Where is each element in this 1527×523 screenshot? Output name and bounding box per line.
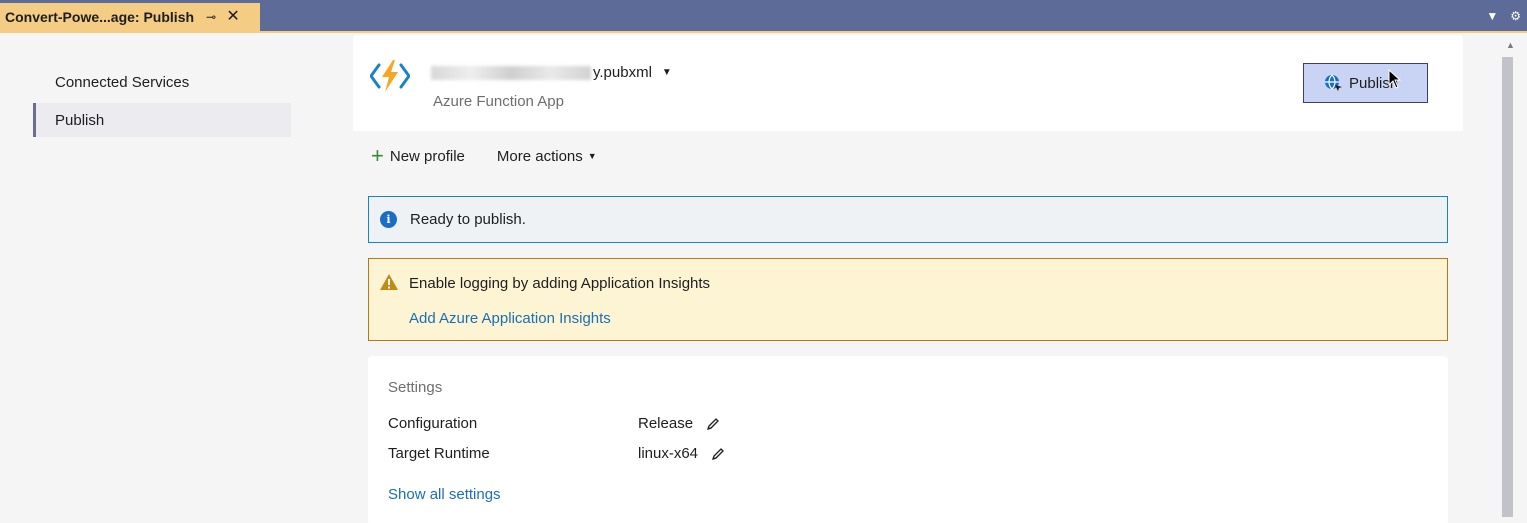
edit-pencil-icon[interactable] <box>705 416 721 432</box>
left-navigation: Connected Services Publish <box>0 35 300 523</box>
target-runtime-value: linux-x64 <box>638 445 699 462</box>
profile-type: Azure Function App <box>433 93 564 110</box>
scrollbar-thumb[interactable] <box>1502 57 1513 517</box>
publish-main-panel: y.pubxml ▼ Azure Function App Publish + … <box>353 35 1498 523</box>
chevron-down-icon[interactable]: ▼ <box>662 67 672 78</box>
azure-function-icon <box>370 60 410 92</box>
pin-icon[interactable]: ⊸ <box>204 10 218 24</box>
configuration-value: Release <box>638 415 694 432</box>
profile-selector[interactable]: y.pubxml ▼ <box>431 64 672 81</box>
redacted-profile-name <box>431 65 591 80</box>
settings-value: Release <box>638 415 721 432</box>
publish-globe-icon <box>1325 74 1342 91</box>
gear-icon[interactable]: ⚙ <box>1510 9 1521 23</box>
settings-card: Settings Configuration Release Target Ru… <box>368 356 1448 523</box>
profile-actions: + New profile More actions ▼ <box>371 145 597 167</box>
add-application-insights-link[interactable]: Add Azure Application Insights <box>409 310 611 327</box>
nav-item-publish[interactable]: Publish <box>33 103 291 137</box>
document-tab-title[interactable]: Convert-Powe...age: Publish <box>5 9 194 25</box>
mouse-cursor-icon <box>1388 69 1402 89</box>
new-profile-button[interactable]: New profile <box>390 148 465 165</box>
edit-pencil-icon[interactable] <box>710 446 726 462</box>
document-tab[interactable]: Convert-Powe...age: Publish ⊸ ✕ <box>0 3 260 31</box>
settings-value: linux-x64 <box>638 445 726 462</box>
warning-bar: Enable logging by adding Application Ins… <box>368 258 1448 341</box>
info-bar: i Ready to publish. <box>368 196 1448 243</box>
close-icon[interactable]: ✕ <box>226 9 240 25</box>
info-message: Ready to publish. <box>410 211 526 228</box>
show-all-settings-link[interactable]: Show all settings <box>388 486 501 503</box>
more-actions-button[interactable]: More actions ▼ <box>497 148 597 165</box>
document-tab-strip: Convert-Powe...age: Publish ⊸ ✕ ▼ ⚙ <box>0 0 1527 33</box>
settings-label: Target Runtime <box>388 445 490 462</box>
tabstrip-controls: ▼ ⚙ <box>1486 9 1521 23</box>
more-actions-label: More actions <box>496 147 583 165</box>
vertical-scrollbar[interactable]: ▲ <box>1498 35 1527 523</box>
nav-item-label: Connected Services <box>55 73 190 91</box>
publish-profile-card: y.pubxml ▼ Azure Function App Publish <box>353 35 1463 131</box>
profile-name: y.pubxml <box>593 64 652 81</box>
settings-title: Settings <box>388 379 443 396</box>
settings-row-configuration: Configuration Release <box>388 415 788 435</box>
nav-item-connected-services[interactable]: Connected Services <box>33 65 291 99</box>
settings-row-target-runtime: Target Runtime linux-x64 <box>388 445 788 465</box>
nav-item-label: Publish <box>55 111 105 129</box>
warning-message: Enable logging by adding Application Ins… <box>409 275 711 292</box>
chevron-down-icon[interactable]: ▼ <box>1486 9 1498 23</box>
chevron-down-icon: ▼ <box>587 151 597 161</box>
publish-button[interactable]: Publish <box>1303 63 1428 103</box>
scroll-up-icon[interactable]: ▲ <box>1506 40 1515 50</box>
warning-icon <box>380 274 398 290</box>
settings-label: Configuration <box>388 415 478 432</box>
plus-icon[interactable]: + <box>371 145 384 167</box>
info-icon: i <box>380 211 397 228</box>
